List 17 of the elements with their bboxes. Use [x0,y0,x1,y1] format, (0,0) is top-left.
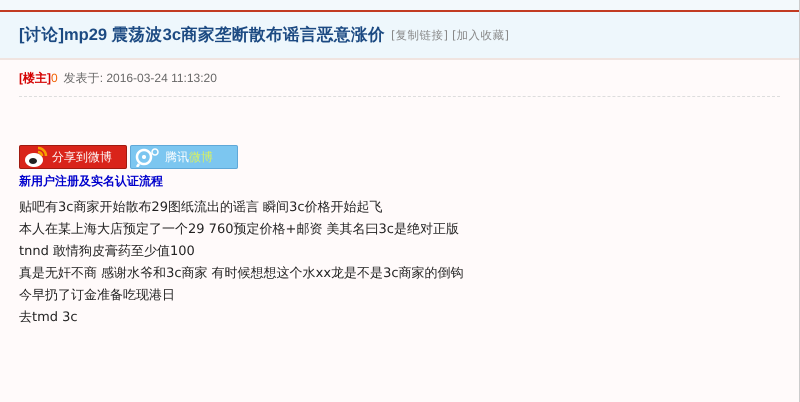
header-link[interactable]: [复制链接] [391,28,448,42]
post-text: 贴吧有3c商家开始散布29图纸流出的谣言 瞬间3c价格开始起飞 [19,199,383,217]
post-text: 本人在某上海大店预定了一个29 760预定价格+邮资 美其名曰3c是绝对正版 [19,221,459,239]
author-link[interactable]: 0 [51,71,58,85]
eye-logo-icon [24,146,48,168]
share-button[interactable]: 分享到微博 [19,145,127,169]
header-link[interactable]: [加入收藏] [452,28,509,42]
register-link[interactable]: 新用户注册及实名认证流程 [19,173,163,190]
thread-title: [讨论]mp29 震荡波3c商家垄断散布谣言恶意涨价 [19,24,386,46]
search-bubble-icon [135,147,161,167]
author-role: [楼主] [19,70,51,86]
post-text: 去tmd 3c [19,309,78,327]
post-date: 发表于: 2016-03-24 11:13:20 [64,70,217,86]
post-text: tnnd 敢情狗皮膏药至少值100 [19,243,195,261]
share-button[interactable]: 腾讯微博 [130,145,238,169]
post-text: 真是无奸不商 感谢水爷和3c商家 有时候想想这个水xx龙是不是3c商家的倒钩 [19,265,464,283]
post-text: 今早扔了订金准备吃现港日 [19,287,175,305]
